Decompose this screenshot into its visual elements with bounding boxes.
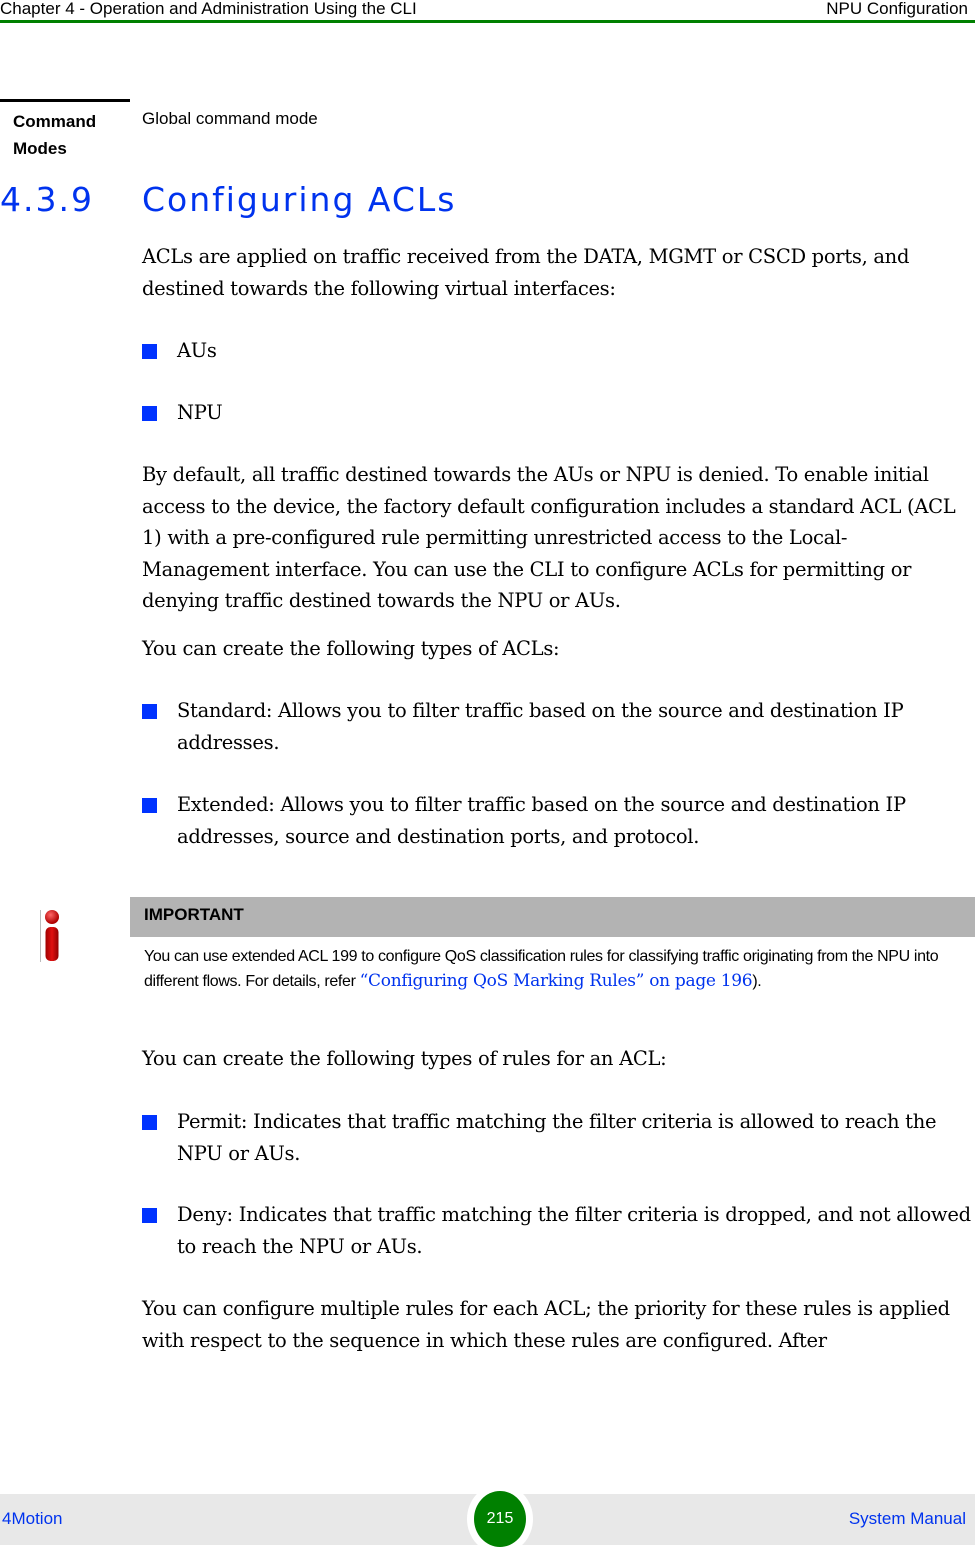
command-modes-label: Command Modes xyxy=(13,112,97,158)
header-divider xyxy=(0,20,975,23)
intro-paragraph: ACLs are applied on traffic received fro… xyxy=(142,245,910,300)
page-number: 215 xyxy=(474,1491,526,1547)
document-name: System Manual xyxy=(848,1509,966,1528)
chapter-title: Chapter 4 - Operation and Administration… xyxy=(0,0,417,18)
list-item: NPU xyxy=(142,397,972,429)
section-number: 4.3.9 xyxy=(0,180,94,219)
types-intro: You can create the following types of AC… xyxy=(142,637,560,660)
section-heading: 4.3.9 Configuring ACLs xyxy=(0,180,457,219)
bullet-icon xyxy=(142,798,157,813)
important-title: IMPORTANT xyxy=(144,905,244,924)
default-paragraph: By default, all traffic destined towards… xyxy=(142,463,956,612)
cross-reference-link[interactable]: “Configuring QoS Marking Rules” on page … xyxy=(360,971,753,991)
important-header: IMPORTANT xyxy=(130,897,975,937)
bullet-icon xyxy=(142,406,157,421)
list-item: AUs xyxy=(142,335,972,367)
info-icon xyxy=(40,910,62,962)
list-item: Extended: Allows you to filter traffic b… xyxy=(142,789,972,852)
command-modes-divider xyxy=(0,99,130,102)
bullet-icon xyxy=(142,1115,157,1130)
priority-paragraph: You can configure multiple rules for eac… xyxy=(142,1297,950,1352)
important-note: You can use extended ACL 199 to configur… xyxy=(144,948,939,991)
rules-intro: You can create the following types of ru… xyxy=(142,1047,667,1070)
list-item: Permit: Indicates that traffic matching … xyxy=(142,1106,972,1169)
section-name: NPU Configuration xyxy=(826,0,968,18)
page-footer: 4Motion 215 System Manual xyxy=(0,1484,975,1554)
bullet-icon xyxy=(142,1208,157,1223)
command-modes-value: Global command mode xyxy=(142,109,318,128)
product-name: 4Motion xyxy=(2,1509,63,1528)
section-title: Configuring ACLs xyxy=(142,180,457,219)
page-header: Chapter 4 - Operation and Administration… xyxy=(0,0,975,23)
list-item: Standard: Allows you to filter traffic b… xyxy=(142,695,972,758)
bullet-icon xyxy=(142,704,157,719)
list-item: Deny: Indicates that traffic matching th… xyxy=(142,1199,972,1262)
bullet-icon xyxy=(142,344,157,359)
